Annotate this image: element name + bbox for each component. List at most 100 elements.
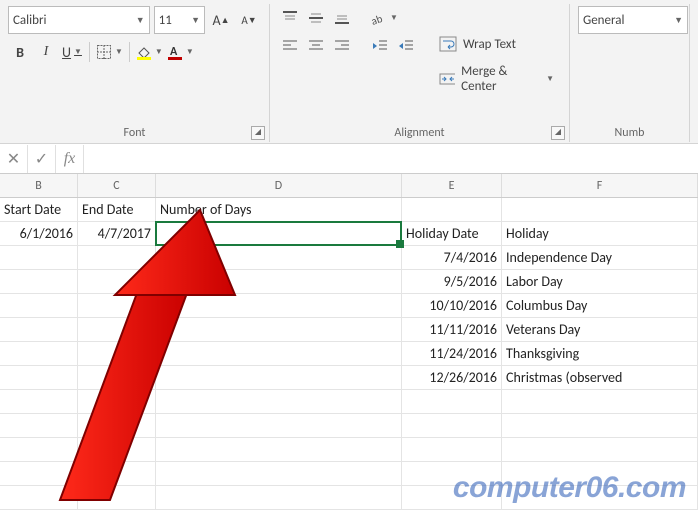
column-header[interactable]: E xyxy=(402,174,502,197)
cell[interactable]: Holiday xyxy=(502,222,698,245)
merge-center-button[interactable]: Merge & Center ▼ xyxy=(432,60,561,98)
cell[interactable] xyxy=(0,366,78,389)
cell[interactable]: Columbus Day xyxy=(502,294,698,317)
cell[interactable]: 7/4/2016 xyxy=(402,246,502,269)
cell[interactable] xyxy=(78,342,156,365)
cell[interactable] xyxy=(0,294,78,317)
ribbon: Calibri ▼ 11 ▼ A▲ A▼ B I U▼ ▼ xyxy=(0,0,698,144)
cell[interactable]: 11/24/2016 xyxy=(402,342,502,365)
align-left-button[interactable] xyxy=(278,34,302,58)
cell[interactable] xyxy=(502,198,698,221)
cell[interactable] xyxy=(78,318,156,341)
cell[interactable] xyxy=(156,366,402,389)
table-row: 11/24/2016 Thanksgiving xyxy=(0,342,698,366)
chevron-down-icon: ▼ xyxy=(668,15,683,26)
number-group-label: Numb xyxy=(578,124,681,142)
merge-center-label: Merge & Center xyxy=(461,64,537,94)
table-row xyxy=(0,414,698,438)
table-row: 11/11/2016 Veterans Day xyxy=(0,318,698,342)
column-header[interactable]: C xyxy=(78,174,156,197)
number-group: General ▼ Numb xyxy=(570,4,690,142)
svg-text:A: A xyxy=(170,45,178,59)
cell[interactable] xyxy=(402,198,502,221)
column-header[interactable]: D xyxy=(156,174,402,197)
table-row: 10/10/2016 Columbus Day xyxy=(0,294,698,318)
alignment-group-label: Alignment ◢ xyxy=(278,124,561,142)
cell[interactable] xyxy=(0,342,78,365)
cell[interactable] xyxy=(156,318,402,341)
cell[interactable] xyxy=(156,246,402,269)
cell[interactable]: Labor Day xyxy=(502,270,698,293)
decrease-indent-icon xyxy=(371,38,389,54)
cell[interactable] xyxy=(78,294,156,317)
borders-button[interactable]: ▼ xyxy=(95,40,124,64)
cell[interactable]: Thanksgiving xyxy=(502,342,698,365)
cell[interactable]: 11/11/2016 xyxy=(402,318,502,341)
number-format-combo[interactable]: General ▼ xyxy=(578,6,688,34)
align-top-button[interactable] xyxy=(278,6,302,30)
cell-active[interactable] xyxy=(156,222,402,245)
decrease-font-size-button[interactable]: A▼ xyxy=(237,8,261,32)
column-header[interactable]: F xyxy=(502,174,698,197)
formula-bar: ✕ ✓ fx xyxy=(0,144,698,174)
column-header[interactable]: B xyxy=(0,174,78,197)
align-middle-button[interactable] xyxy=(304,6,328,30)
cell[interactable]: 4/7/2017 xyxy=(78,222,156,245)
bold-button[interactable]: B xyxy=(8,40,32,64)
worksheet-grid[interactable]: B C D E F Start Date End Date Number of … xyxy=(0,174,698,510)
cell[interactable]: Veterans Day xyxy=(502,318,698,341)
align-middle-icon xyxy=(307,10,325,26)
table-row xyxy=(0,390,698,414)
dialog-launcher-button[interactable]: ◢ xyxy=(251,126,265,140)
increase-font-size-button[interactable]: A▲ xyxy=(209,8,233,32)
cell[interactable]: 10/10/2016 xyxy=(402,294,502,317)
font-color-button[interactable]: A ▼ xyxy=(166,40,195,64)
enter-button[interactable]: ✓ xyxy=(28,145,56,173)
table-row: Start Date End Date Number of Days xyxy=(0,198,698,222)
formula-input[interactable] xyxy=(84,145,698,173)
orientation-button[interactable]: ab▼ xyxy=(368,6,399,30)
cell[interactable]: Number of Days xyxy=(156,198,402,221)
number-format-value: General xyxy=(583,13,624,28)
align-right-button[interactable] xyxy=(330,34,354,58)
align-bottom-icon xyxy=(333,10,351,26)
increase-indent-button[interactable] xyxy=(394,34,418,58)
fill-color-button[interactable]: ▼ xyxy=(135,40,164,64)
chevron-down-icon: ▼ xyxy=(115,47,123,57)
cell[interactable]: Start Date xyxy=(0,198,78,221)
cell[interactable] xyxy=(0,246,78,269)
chevron-down-icon: ▼ xyxy=(130,15,145,26)
font-name-combo[interactable]: Calibri ▼ xyxy=(8,6,150,34)
cell[interactable] xyxy=(156,270,402,293)
italic-button[interactable]: I xyxy=(34,40,58,64)
dialog-launcher-button[interactable]: ◢ xyxy=(551,126,565,140)
table-row: 12/26/2016 Christmas (observed xyxy=(0,366,698,390)
cell[interactable] xyxy=(156,294,402,317)
cell[interactable] xyxy=(78,270,156,293)
cell[interactable] xyxy=(78,366,156,389)
column-headers: B C D E F xyxy=(0,174,698,198)
wrap-text-button[interactable]: Wrap Text xyxy=(432,32,561,56)
table-row xyxy=(0,438,698,462)
cell[interactable]: 6/1/2016 xyxy=(0,222,78,245)
font-size-combo[interactable]: 11 ▼ xyxy=(154,6,205,34)
cell[interactable]: 12/26/2016 xyxy=(402,366,502,389)
cell[interactable]: 9/5/2016 xyxy=(402,270,502,293)
align-bottom-button[interactable] xyxy=(330,6,354,30)
cell[interactable] xyxy=(78,246,156,269)
cell[interactable]: Holiday Date xyxy=(402,222,502,245)
decrease-indent-button[interactable] xyxy=(368,34,392,58)
increase-indent-icon xyxy=(397,38,415,54)
insert-function-button[interactable]: fx xyxy=(56,145,84,173)
underline-button[interactable]: U▼ xyxy=(60,40,84,64)
align-left-icon xyxy=(281,38,299,54)
cell[interactable]: Independence Day xyxy=(502,246,698,269)
cell[interactable]: Christmas (observed xyxy=(502,366,698,389)
align-top-icon xyxy=(281,10,299,26)
align-center-button[interactable] xyxy=(304,34,328,58)
cell[interactable] xyxy=(0,318,78,341)
cancel-button[interactable]: ✕ xyxy=(0,145,28,173)
cell[interactable]: End Date xyxy=(78,198,156,221)
cell[interactable] xyxy=(156,342,402,365)
cell[interactable] xyxy=(0,270,78,293)
